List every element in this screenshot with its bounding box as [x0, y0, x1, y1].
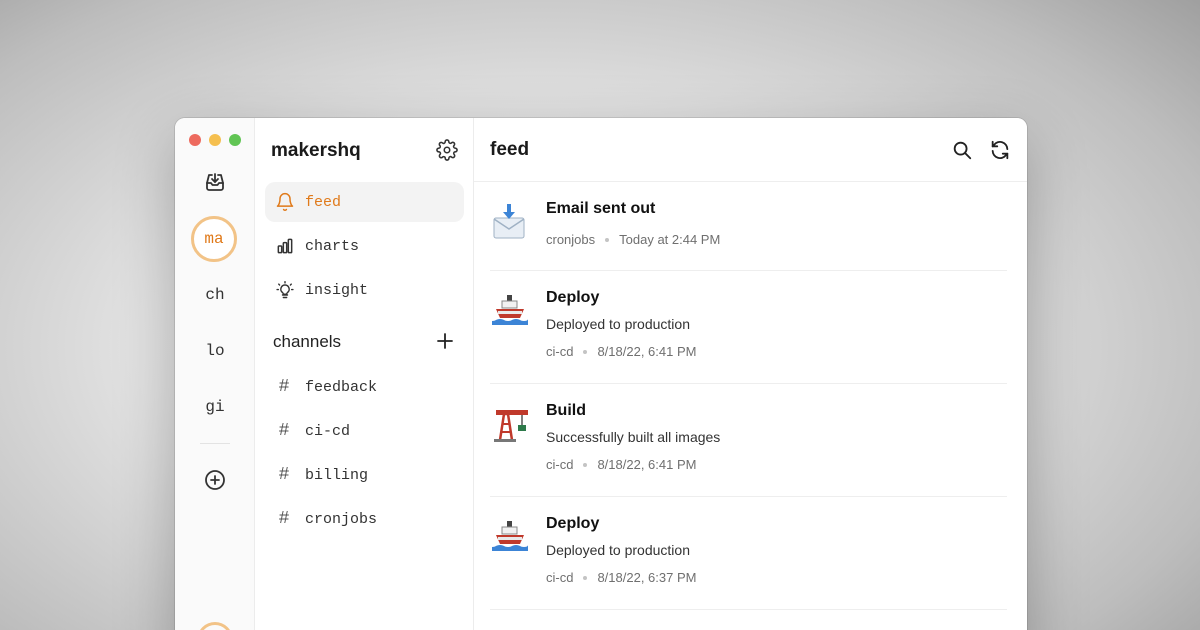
event-description: Deployed to production	[546, 542, 690, 558]
event-title: Email sent out	[546, 200, 656, 217]
bell-icon	[276, 192, 294, 212]
event-item[interactable]: Build Successfully built all images ci-c…	[490, 384, 1007, 497]
channel-label: ci-cd	[305, 422, 351, 440]
event-title: Build	[546, 402, 586, 419]
channels-heading: channels	[273, 332, 342, 351]
app-window: ma ch lo gi makershq feed charts insight…	[175, 118, 1027, 630]
workspace-ch[interactable]: ch	[175, 286, 255, 304]
page-title: feed	[490, 138, 530, 160]
event-time: 8/18/22, 6:41 PM	[597, 344, 697, 359]
ship-icon	[492, 295, 528, 325]
refresh-icon[interactable]	[989, 139, 1011, 161]
user-avatar[interactable]	[197, 622, 233, 630]
channel-label: billing	[305, 466, 369, 484]
incoming-envelope-icon	[493, 204, 525, 239]
nav-item-label: charts	[305, 237, 360, 255]
event-title: Deploy	[546, 515, 600, 532]
event-feed: Email sent out cronjobs Today at 2:44 PM	[474, 182, 1027, 610]
event-channel: ci-cd	[546, 570, 574, 585]
event-description: Deployed to production	[546, 316, 690, 332]
workspace-name: makershq	[271, 140, 361, 161]
separator-dot	[583, 575, 588, 580]
event-description: Successfully built all images	[546, 429, 721, 445]
nav-item-label: feed	[305, 193, 342, 211]
event-time: 8/18/22, 6:41 PM	[597, 457, 697, 472]
hash-icon: #	[278, 421, 290, 441]
event-time: 8/18/22, 6:37 PM	[597, 570, 697, 585]
hash-icon: #	[278, 377, 290, 397]
nav-item-label: insight	[305, 281, 369, 299]
lightbulb-icon	[276, 280, 294, 299]
event-item[interactable]: Email sent out cronjobs Today at 2:44 PM	[490, 182, 1007, 271]
workspace-ma[interactable]: ma	[191, 216, 237, 262]
event-channel: ci-cd	[546, 344, 574, 359]
workspace-lo[interactable]: lo	[175, 342, 255, 360]
separator-dot	[583, 349, 588, 354]
main-header: feed	[474, 118, 1027, 182]
main-panel: feed Email sent out cronjobs Today at 2:…	[474, 118, 1027, 630]
channel-cronjobs[interactable]: # cronjobs	[265, 501, 464, 537]
ship-icon	[492, 521, 528, 551]
event-item[interactable]: Deploy Deployed to production ci-cd 8/18…	[490, 497, 1007, 610]
zoom-window-button[interactable]	[229, 134, 241, 146]
rail-divider	[200, 443, 230, 444]
sidebar: makershq feed charts insight channels # …	[255, 118, 474, 630]
event-channel: cronjobs	[546, 232, 596, 247]
crane-icon	[494, 410, 528, 442]
add-channel-plus-icon[interactable]	[436, 332, 454, 350]
channel-label: cronjobs	[305, 510, 378, 528]
channel-billing[interactable]: # billing	[265, 457, 464, 493]
event-time: Today at 2:44 PM	[619, 232, 721, 247]
window-controls	[189, 134, 241, 146]
workspace-gi[interactable]: gi	[175, 398, 255, 416]
event-item[interactable]: Deploy Deployed to production ci-cd 8/18…	[490, 271, 1007, 384]
event-channel: ci-cd	[546, 457, 574, 472]
search-icon[interactable]	[951, 139, 973, 161]
workspace-label: ma	[204, 230, 224, 248]
inbox-download-icon[interactable]	[203, 170, 227, 194]
gear-icon[interactable]	[436, 139, 458, 161]
channel-feedback[interactable]: # feedback	[265, 369, 464, 405]
separator-dot	[583, 462, 588, 467]
nav-item-insight[interactable]: insight	[265, 270, 464, 310]
separator-dot	[605, 237, 610, 242]
event-title: Deploy	[546, 289, 600, 306]
minimize-window-button[interactable]	[209, 134, 221, 146]
channel-ci-cd[interactable]: # ci-cd	[265, 413, 464, 449]
circle-plus-icon[interactable]	[203, 468, 227, 492]
nav-item-charts[interactable]: charts	[265, 226, 464, 266]
hash-icon: #	[278, 465, 290, 485]
close-window-button[interactable]	[189, 134, 201, 146]
nav-item-feed[interactable]: feed	[265, 182, 464, 222]
hash-icon: #	[278, 509, 290, 529]
channel-label: feedback	[305, 378, 378, 396]
workspace-rail: ma ch lo gi	[175, 118, 255, 630]
bar-chart-icon	[277, 238, 293, 254]
